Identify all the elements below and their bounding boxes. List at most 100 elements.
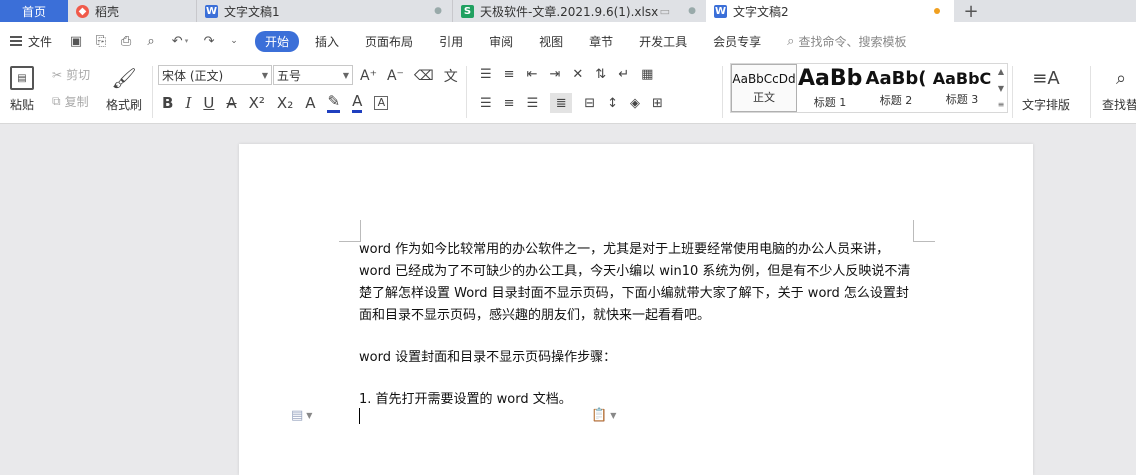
text-layout-button[interactable]: ≡A 文字排版 — [1022, 66, 1070, 113]
bullet-list-icon[interactable]: ☰ — [480, 67, 492, 82]
font-color-icon[interactable]: A — [352, 92, 363, 113]
margin-corner-mark — [339, 220, 361, 242]
tab-document-1-label: 文字文稿1 — [224, 4, 280, 19]
italic-icon[interactable]: I — [185, 94, 191, 112]
cut-button[interactable]: ✂ 剪切 — [52, 66, 90, 83]
borders-icon[interactable]: ⊞ — [652, 96, 663, 111]
screen-icon[interactable]: ▭ — [660, 5, 670, 18]
tab-document-2-active[interactable]: W 文字文稿2 — [706, 0, 954, 22]
subscript-icon[interactable]: X₂ — [277, 94, 293, 112]
style-normal[interactable]: AaBbCcDd 正文 — [731, 64, 797, 112]
menu-page-layout[interactable]: 页面布局 — [365, 33, 413, 50]
divider — [1090, 66, 1091, 118]
increase-indent-icon[interactable]: ⇥ — [549, 67, 560, 82]
chevron-up-icon[interactable]: ▲ — [998, 67, 1004, 76]
underline-icon[interactable]: U — [203, 94, 214, 112]
document-body[interactable]: word 作为如今比较常用的办公软件之一，尤其是对于上班要经常使用电脑的办公人员… — [359, 239, 917, 431]
doc-assistant-icon[interactable]: ▤ ▼ — [291, 408, 312, 423]
tab-spreadsheet-label: 天极软件-文章.2021.9.6(1).xlsx — [480, 4, 659, 19]
docer-icon: ◆ — [76, 4, 89, 18]
grow-font-icon[interactable]: A⁺ — [360, 68, 377, 84]
print-preview-icon[interactable]: ⌕ — [143, 33, 159, 49]
bold-icon[interactable]: B — [162, 94, 173, 112]
style-heading-2[interactable]: AaBb( 标题 2 — [863, 64, 929, 112]
menu-bar: 文件 ▣ ⎘ ⎙ ⌕ ↶ ▾ ↷ ⌄ 开始 插入 页面布局 引用 审阅 视图 章节… — [0, 22, 1136, 60]
search-placeholder: 查找命令、搜索模板 — [798, 34, 907, 49]
customize-toolbar-chevron-icon[interactable]: ⌄ — [226, 33, 242, 49]
char-border-icon[interactable]: A — [374, 95, 389, 110]
chinese-layout-icon[interactable]: ✕ — [572, 67, 583, 82]
text-cursor — [359, 408, 360, 424]
tab-start[interactable]: 开始 — [255, 30, 300, 52]
file-menu-label: 文件 — [28, 34, 53, 49]
paragraph-intro: word 作为如今比较常用的办公软件之一，尤其是对于上班要经常使用电脑的办公人员… — [359, 242, 911, 323]
find-replace-button[interactable]: ⌕ 查找替 — [1102, 66, 1136, 113]
paste-options-icon[interactable]: 📋 ▼ — [591, 408, 616, 423]
writer-doc-icon: W — [205, 4, 218, 18]
decrease-indent-icon[interactable]: ⇤ — [527, 67, 538, 82]
chevron-down-icon: ▼ — [342, 70, 349, 80]
text-layout-icon: ≡A — [1032, 67, 1060, 89]
tab-spreadsheet[interactable]: S 天极软件-文章.2021.9.6(1).xlsx ▭ ● — [452, 0, 706, 22]
show-marks-icon[interactable]: ↵ — [618, 67, 629, 82]
menu-member[interactable]: 会员专享 — [713, 33, 761, 50]
hamburger-icon — [10, 36, 22, 46]
style-scroll[interactable]: ▲ ▼ ≡ — [995, 64, 1007, 112]
style-preview: AaBbCcDd — [732, 71, 796, 86]
save-icon[interactable]: ▣ — [68, 33, 84, 49]
highlight-icon[interactable]: ✎ — [327, 92, 341, 113]
phonetic-guide-icon[interactable]: 文 — [444, 66, 458, 86]
tab-docer[interactable]: ◆ 稻壳 — [68, 0, 196, 22]
export-pdf-icon[interactable]: ⎘ — [93, 33, 109, 49]
menu-developer[interactable]: 开发工具 — [639, 33, 687, 50]
clear-format-icon[interactable]: ⌫ — [414, 68, 434, 84]
align-right-icon[interactable]: ☰ — [527, 96, 539, 111]
tab-bar: 首页 ◆ 稻壳 W 文字文稿1 ● S 天极软件-文章.2021.9.6(1).… — [0, 0, 1136, 22]
print-icon[interactable]: ⎙ — [118, 33, 134, 49]
tab-document-1[interactable]: W 文字文稿1 ● — [196, 0, 452, 22]
magnifier-icon: ⌕ — [1116, 67, 1127, 89]
scissors-icon: ✂ — [52, 67, 63, 82]
style-heading-3[interactable]: AaBbC 标题 3 — [929, 64, 995, 112]
menu-references[interactable]: 引用 — [439, 33, 463, 50]
numbered-list-icon[interactable]: ≡ — [504, 67, 515, 82]
paste-button[interactable]: ▤ 粘贴 — [10, 66, 34, 113]
command-search[interactable]: ⌕ 查找命令、搜索模板 — [787, 33, 906, 50]
document-page[interactable]: word 作为如今比较常用的办公软件之一，尤其是对于上班要经常使用电脑的办公人员… — [239, 144, 1033, 475]
writer-doc-icon: W — [714, 4, 727, 18]
chevron-down-icon[interactable]: ▼ — [998, 84, 1004, 93]
shrink-font-icon[interactable]: A⁻ — [387, 68, 404, 84]
justify-icon[interactable]: ≣ — [550, 93, 573, 113]
undo-icon[interactable]: ↶ ▾ — [168, 33, 192, 49]
sort-icon[interactable]: ⇅ — [595, 67, 606, 82]
strikethrough-icon[interactable]: A — [226, 94, 236, 112]
copy-button[interactable]: ⧉ 复制 — [52, 93, 89, 110]
menu-insert[interactable]: 插入 — [315, 33, 339, 50]
align-left-icon[interactable]: ☰ — [480, 96, 492, 111]
menu-view[interactable]: 视图 — [539, 33, 563, 50]
font-name-select[interactable]: 宋体 (正文) ▼ — [158, 65, 272, 85]
line-spacing-icon[interactable]: ↕ — [607, 96, 618, 111]
tab-close-dot-icon[interactable]: ● — [434, 6, 442, 16]
shading-icon[interactable]: ◈ — [630, 96, 640, 111]
file-menu[interactable]: 文件 — [10, 33, 52, 50]
expand-gallery-icon[interactable]: ≡ — [998, 100, 1005, 109]
tab-close-dot-icon[interactable]: ● — [688, 6, 696, 16]
format-painter-button[interactable]: 🖌 格式刷 — [106, 66, 142, 113]
table-grid-icon[interactable]: ▦ — [641, 67, 653, 82]
distributed-icon[interactable]: ⊟ — [584, 96, 595, 111]
spreadsheet-icon: S — [461, 4, 474, 18]
new-tab-button[interactable]: + — [954, 0, 988, 22]
tab-home[interactable]: 首页 — [0, 0, 68, 22]
menu-review[interactable]: 审阅 — [489, 33, 513, 50]
redo-icon[interactable]: ↷ — [201, 33, 217, 49]
font-size-select[interactable]: 五号 ▼ — [273, 65, 353, 85]
divider — [152, 66, 153, 118]
menu-section[interactable]: 章节 — [589, 33, 613, 50]
style-preview: AaBb — [798, 66, 862, 91]
text-effect-icon[interactable]: A — [305, 94, 315, 112]
superscript-icon[interactable]: X² — [249, 94, 265, 112]
paste-label: 粘贴 — [10, 98, 35, 112]
style-heading-1[interactable]: AaBb 标题 1 — [797, 64, 863, 112]
align-center-icon[interactable]: ≡ — [504, 96, 515, 111]
